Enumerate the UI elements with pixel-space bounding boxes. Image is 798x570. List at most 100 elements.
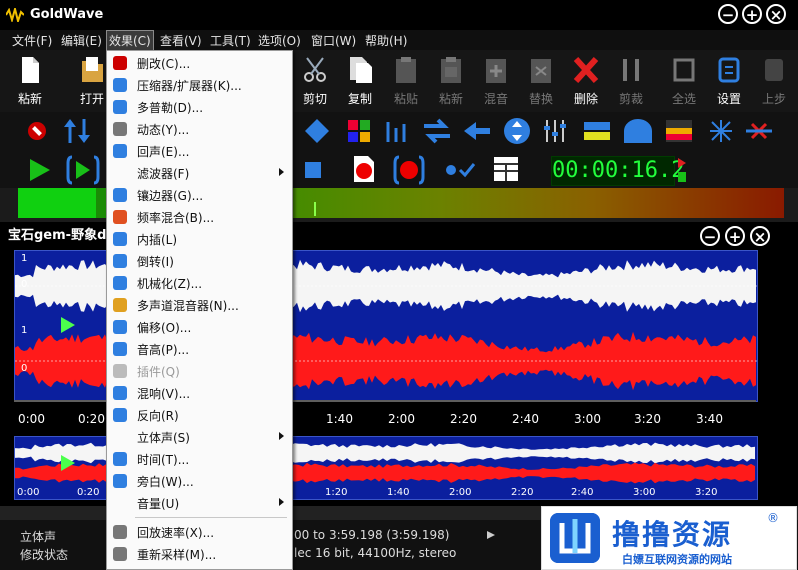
level-meter-cursor xyxy=(314,202,316,216)
effects-menu-item[interactable]: 频率混合(B)... xyxy=(107,206,292,228)
effects-menu-label: 镶边器(G)... xyxy=(137,189,204,203)
color-spectrum-icon[interactable] xyxy=(664,118,694,144)
burst-icon[interactable] xyxy=(706,118,736,144)
effects-menu-item[interactable]: 回放速率(X)... xyxy=(107,521,292,543)
effects-menu-item[interactable]: 时间(T)... xyxy=(107,448,292,470)
frequency-mix-icon xyxy=(113,210,127,224)
sliders-icon[interactable] xyxy=(542,118,572,144)
play-icon[interactable] xyxy=(28,158,52,182)
wave-close-button[interactable]: × xyxy=(750,226,770,246)
effects-menu-label: 音高(P)... xyxy=(137,343,190,357)
overview-label: 2:00 xyxy=(449,487,472,498)
trim-label: 剪裁 xyxy=(618,92,643,106)
compress-x-icon[interactable] xyxy=(744,118,774,144)
mix-blocks-icon[interactable] xyxy=(346,118,372,144)
paste-new-label: 粘新 xyxy=(438,92,463,106)
effects-menu-item[interactable]: 机械化(Z)... xyxy=(107,272,292,294)
effects-menu-item[interactable]: 立体声(S) xyxy=(107,426,292,448)
app-title: GoldWave xyxy=(30,7,104,22)
effects-menu-label: 重新采样(M)... xyxy=(137,548,217,562)
menu-window[interactable]: 窗口(W) xyxy=(311,32,356,49)
menu-edit[interactable]: 编辑(E) xyxy=(61,32,102,49)
mix-icon xyxy=(486,59,506,83)
paste-button[interactable]: 粘贴 xyxy=(384,55,428,107)
undo-button[interactable]: 上步 xyxy=(752,55,796,107)
equalizer-icon[interactable] xyxy=(384,118,412,144)
table-view-icon[interactable] xyxy=(492,155,520,183)
diamond-icon[interactable] xyxy=(303,118,331,144)
play-selection-icon[interactable] xyxy=(66,155,100,185)
minimize-button[interactable]: − xyxy=(718,4,738,24)
effects-menu-item[interactable]: 音量(U) xyxy=(107,492,292,514)
effects-menu-item[interactable]: 镶边器(G)... xyxy=(107,184,292,206)
swap-arrows-icon[interactable] xyxy=(422,118,452,144)
effects-menu-label: 压缩器/扩展器(K)... xyxy=(137,79,242,93)
paste-new-button[interactable]: 粘新 xyxy=(429,55,473,107)
effects-menu-item[interactable]: 音高(P)... xyxy=(107,338,292,360)
undo-icon xyxy=(765,59,783,81)
effects-menu-label: 立体声(S) xyxy=(137,431,190,445)
menu-options[interactable]: 选项(O) xyxy=(258,32,301,49)
effects-menu-item[interactable]: 多普勒(D)... xyxy=(107,96,292,118)
effects-menu-item[interactable]: 动态(Y)... xyxy=(107,118,292,140)
effects-menu-item[interactable]: 内插(L) xyxy=(107,228,292,250)
trim-button[interactable]: 剪裁 xyxy=(609,55,653,107)
cut-label: 剪切 xyxy=(302,92,327,106)
check-markers-icon[interactable] xyxy=(444,160,476,180)
effects-menu-item[interactable]: 偏移(O)... xyxy=(107,316,292,338)
arch-icon[interactable] xyxy=(622,117,654,145)
effects-menu-item[interactable]: 滤波器(F) xyxy=(107,162,292,184)
stop-record-icon[interactable] xyxy=(26,120,48,142)
effects-menu-label: 回声(E)... xyxy=(137,145,190,159)
cut-button[interactable]: 剪切 xyxy=(293,55,337,107)
wave-maximize-button[interactable]: + xyxy=(725,226,745,246)
watermark-subtitle: 白嫖互联网资源的网站 xyxy=(622,553,732,566)
menu-file[interactable]: 文件(F) xyxy=(12,32,52,49)
record-selection-icon[interactable] xyxy=(393,155,425,185)
stop-icon[interactable] xyxy=(303,160,323,180)
effects-menu-item[interactable]: 多声道混音器(N)... xyxy=(107,294,292,316)
effects-menu-item[interactable]: 反向(R) xyxy=(107,404,292,426)
delete-button[interactable]: 删除 xyxy=(564,55,608,107)
new-button[interactable]: 粘新 xyxy=(8,55,52,107)
menu-help[interactable]: 帮助(H) xyxy=(365,32,407,49)
up-down-arrows-icon[interactable] xyxy=(62,117,92,145)
menu-tools[interactable]: 工具(T) xyxy=(210,32,251,49)
spectrum-icon[interactable] xyxy=(582,118,612,144)
overview-label: 2:20 xyxy=(511,487,534,498)
copy-button[interactable]: 复制 xyxy=(338,55,382,107)
effects-menu-item[interactable]: 插件(Q) xyxy=(107,360,292,382)
paste-new-icon xyxy=(441,57,461,83)
settings-icon xyxy=(718,57,740,83)
interpolate-icon xyxy=(113,232,127,246)
timeline-label: 2:40 xyxy=(512,412,539,426)
goldwave-logo-icon xyxy=(6,8,24,22)
effects-menu-item[interactable]: 压缩器/扩展器(K)... xyxy=(107,74,292,96)
menu-effects[interactable]: 效果(C) xyxy=(106,30,154,51)
select-all-button[interactable]: 全选 xyxy=(662,55,706,107)
effects-menu-item[interactable]: 倒转(I) xyxy=(107,250,292,272)
effects-menu-item[interactable]: 混响(V)... xyxy=(107,382,292,404)
compressor-icon xyxy=(113,78,127,92)
settings-button[interactable]: 设置 xyxy=(707,55,751,107)
replace-button[interactable]: 替换 xyxy=(519,55,563,107)
watermark-registered: ® xyxy=(767,511,779,525)
mix-button[interactable]: 混音 xyxy=(474,55,518,107)
maximize-button[interactable]: + xyxy=(742,4,762,24)
watermark-logo-icon xyxy=(550,513,600,563)
close-button[interactable]: × xyxy=(766,4,786,24)
effects-menu-item[interactable]: 回声(E)... xyxy=(107,140,292,162)
effects-menu-item[interactable]: 重新采样(M)... xyxy=(107,543,292,565)
reverse-icon xyxy=(113,408,127,422)
menu-view[interactable]: 查看(V) xyxy=(160,32,202,49)
vertical-arrows-icon[interactable] xyxy=(502,117,532,145)
overview-label: 3:20 xyxy=(695,487,718,498)
cd-icon xyxy=(113,56,127,70)
effects-menu-item[interactable]: 旁白(W)... xyxy=(107,470,292,492)
record-new-icon[interactable] xyxy=(350,154,378,184)
effects-menu-item[interactable]: 删改(C)... xyxy=(107,52,292,74)
submenu-arrow-icon xyxy=(279,432,284,440)
wave-minimize-button[interactable]: − xyxy=(700,226,720,246)
channel-label: 0 xyxy=(21,279,28,290)
left-arrow-icon[interactable] xyxy=(462,120,492,142)
